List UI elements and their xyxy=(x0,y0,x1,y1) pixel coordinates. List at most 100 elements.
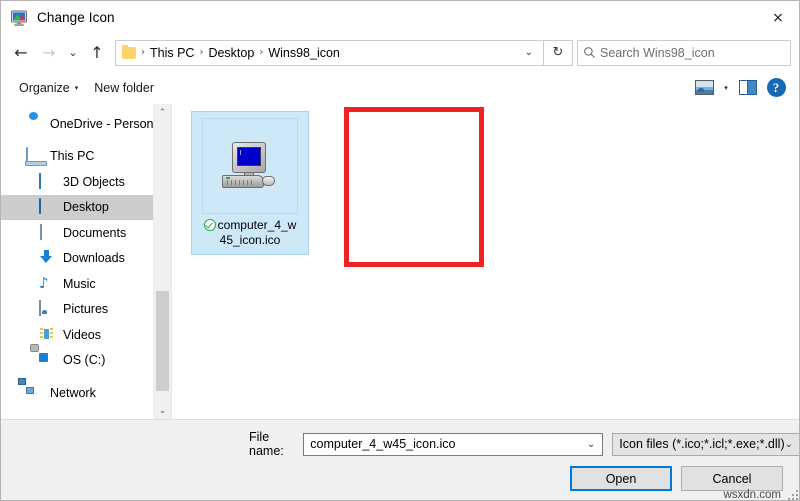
sidebar-item-label: Documents xyxy=(63,225,127,240)
chevron-down-icon[interactable]: ⌄ xyxy=(519,47,543,58)
this-pc-icon xyxy=(26,147,43,164)
toolbar: Organize ▾ New folder ▾ ? xyxy=(1,71,799,105)
organize-button[interactable]: Organize ▾ xyxy=(11,77,86,99)
navigation-bar: ← → ⌄ ↑ › This PC › Desktop › Wins98_ico… xyxy=(1,34,799,71)
scroll-up-icon[interactable]: ⌃ xyxy=(154,104,171,121)
back-button[interactable]: ← xyxy=(7,39,35,67)
change-icon-dialog: Change Icon × ← → ⌄ ↑ › This PC › Deskto… xyxy=(0,0,800,501)
sidebar-item-this-pc[interactable]: This PC xyxy=(1,144,153,170)
scrollbar-thumb[interactable] xyxy=(156,291,169,391)
new-folder-label: New folder xyxy=(94,80,154,95)
chevron-down-icon: ▾ xyxy=(724,83,728,92)
file-name-line2: 45_icon.ico xyxy=(219,233,281,247)
file-type-filter-value: Icon files (*.ico;*.icl;*.exe;*.dll) xyxy=(619,437,785,451)
preview-pane-button[interactable] xyxy=(735,76,761,100)
file-name-row: File name: computer_4_w45_icon.ico ⌄ Ico… xyxy=(1,430,799,458)
search-input[interactable]: Search Wins98_icon xyxy=(600,46,715,60)
sync-status-icon xyxy=(203,219,216,231)
sidebar-item-onedrive[interactable]: OneDrive - Person xyxy=(1,111,153,137)
refresh-icon[interactable]: ↻ xyxy=(544,39,573,66)
sidebar-item-label: OS (C:) xyxy=(63,353,106,368)
window-buttons: × xyxy=(755,1,799,34)
annotation-highlight-box xyxy=(344,107,484,267)
address-bar[interactable]: › This PC › Desktop › Wins98_icon ⌄ xyxy=(115,39,544,66)
help-icon: ? xyxy=(766,78,786,97)
view-options-button[interactable] xyxy=(691,76,717,100)
documents-icon xyxy=(39,223,56,241)
search-icon xyxy=(578,46,600,59)
dialog-body: OneDrive - Person This PC 3D Objects Des… xyxy=(1,104,799,419)
sidebar-item-label: Music xyxy=(63,276,96,291)
help-button[interactable]: ? xyxy=(763,76,789,100)
sidebar-item-os-drive[interactable]: OS (C:) xyxy=(1,348,153,374)
sidebar-item-music[interactable]: ♪ Music xyxy=(1,271,153,297)
dialog-buttons: Open Cancel xyxy=(570,466,783,491)
view-dropdown-button[interactable]: ▾ xyxy=(719,76,733,100)
open-button[interactable]: Open xyxy=(570,466,672,491)
file-list-pane[interactable]: computer_4_w 45_icon.ico xyxy=(171,104,799,419)
file-thumbnail xyxy=(202,118,298,214)
toolbar-right-group: ▾ ? xyxy=(691,76,789,100)
music-note-icon: ♪ xyxy=(39,273,49,292)
sidebar-item-pictures[interactable]: Pictures xyxy=(1,297,153,323)
chevron-down-icon: ▾ xyxy=(74,83,79,92)
sidebar-item-label: Network xyxy=(50,385,96,400)
window-title: Change Icon xyxy=(37,10,115,25)
file-type-filter-select[interactable]: Icon files (*.ico;*.icl;*.exe;*.dll) ⌄ xyxy=(612,432,799,456)
onedrive-cloud-icon xyxy=(26,116,43,132)
up-button[interactable]: ↑ xyxy=(83,39,111,67)
windows98-computer-icon xyxy=(222,142,278,190)
sidebar-item-videos[interactable]: Videos xyxy=(1,322,153,348)
close-icon[interactable]: × xyxy=(755,1,799,34)
breadcrumb: › This PC › Desktop › Wins98_icon xyxy=(139,46,343,60)
file-name-field-label: File name: xyxy=(249,430,284,458)
sidebar-item-network[interactable]: Network xyxy=(1,380,153,406)
dialog-footer: File name: computer_4_w45_icon.ico ⌄ Ico… xyxy=(1,419,799,501)
new-folder-button[interactable]: New folder xyxy=(86,77,162,99)
sidebar-item-label: Downloads xyxy=(63,251,125,266)
resize-grip[interactable] xyxy=(787,489,799,500)
network-icon xyxy=(26,385,43,401)
file-item[interactable]: computer_4_w 45_icon.ico xyxy=(191,111,309,255)
desktop-icon xyxy=(39,198,56,215)
pictures-icon xyxy=(39,300,56,317)
title-bar: Change Icon × xyxy=(1,1,799,34)
search-box[interactable]: Search Wins98_icon xyxy=(577,39,791,66)
preview-pane-icon xyxy=(739,80,757,95)
recent-locations-button[interactable]: ⌄ xyxy=(63,39,83,67)
videos-icon xyxy=(39,327,56,343)
os-drive-icon xyxy=(39,352,56,368)
file-name-line1: computer_4_w xyxy=(217,218,297,232)
chevron-down-icon[interactable]: ⌄ xyxy=(587,439,602,450)
sidebar-item-label: Desktop xyxy=(63,200,109,215)
scroll-down-icon[interactable]: ⌄ xyxy=(154,402,171,419)
sidebar-item-documents[interactable]: Documents xyxy=(1,220,153,246)
sidebar-item-label: This PC xyxy=(50,149,95,164)
chevron-down-icon[interactable]: ⌄ xyxy=(785,439,799,450)
navigation-pane: OneDrive - Person This PC 3D Objects Des… xyxy=(1,104,153,419)
breadcrumb-item-wins98-icon[interactable]: Wins98_icon xyxy=(265,46,343,60)
breadcrumb-separator: › xyxy=(199,47,204,58)
breadcrumb-item-desktop[interactable]: Desktop xyxy=(205,46,257,60)
breadcrumb-separator: › xyxy=(259,47,264,58)
sidebar-scrollbar[interactable]: ⌃ ⌄ xyxy=(153,104,171,419)
downloads-icon xyxy=(39,250,56,266)
organize-label: Organize xyxy=(19,80,70,95)
watermark: wsxdn.com xyxy=(723,489,781,501)
sidebar-item-desktop[interactable]: Desktop xyxy=(1,194,153,220)
sidebar-item-downloads[interactable]: Downloads xyxy=(1,246,153,272)
folder-icon xyxy=(122,44,136,59)
sidebar-item-3d-objects[interactable]: 3D Objects xyxy=(1,169,153,195)
breadcrumb-separator: › xyxy=(141,47,145,58)
3d-objects-icon xyxy=(39,172,56,190)
cancel-button[interactable]: Cancel xyxy=(681,466,783,491)
forward-button[interactable]: → xyxy=(35,39,63,67)
view-thumbnail-icon xyxy=(694,80,714,95)
file-name-input[interactable]: computer_4_w45_icon.ico ⌄ xyxy=(303,432,604,456)
sidebar-item-label: OneDrive - Person xyxy=(50,116,153,131)
sidebar-item-label: Videos xyxy=(63,327,101,342)
sidebar-item-label: 3D Objects xyxy=(63,174,125,189)
file-name-input-value: computer_4_w45_icon.ico xyxy=(310,437,456,451)
file-name-label: computer_4_w 45_icon.ico xyxy=(194,218,306,248)
breadcrumb-item-this-pc[interactable]: This PC xyxy=(147,46,197,60)
